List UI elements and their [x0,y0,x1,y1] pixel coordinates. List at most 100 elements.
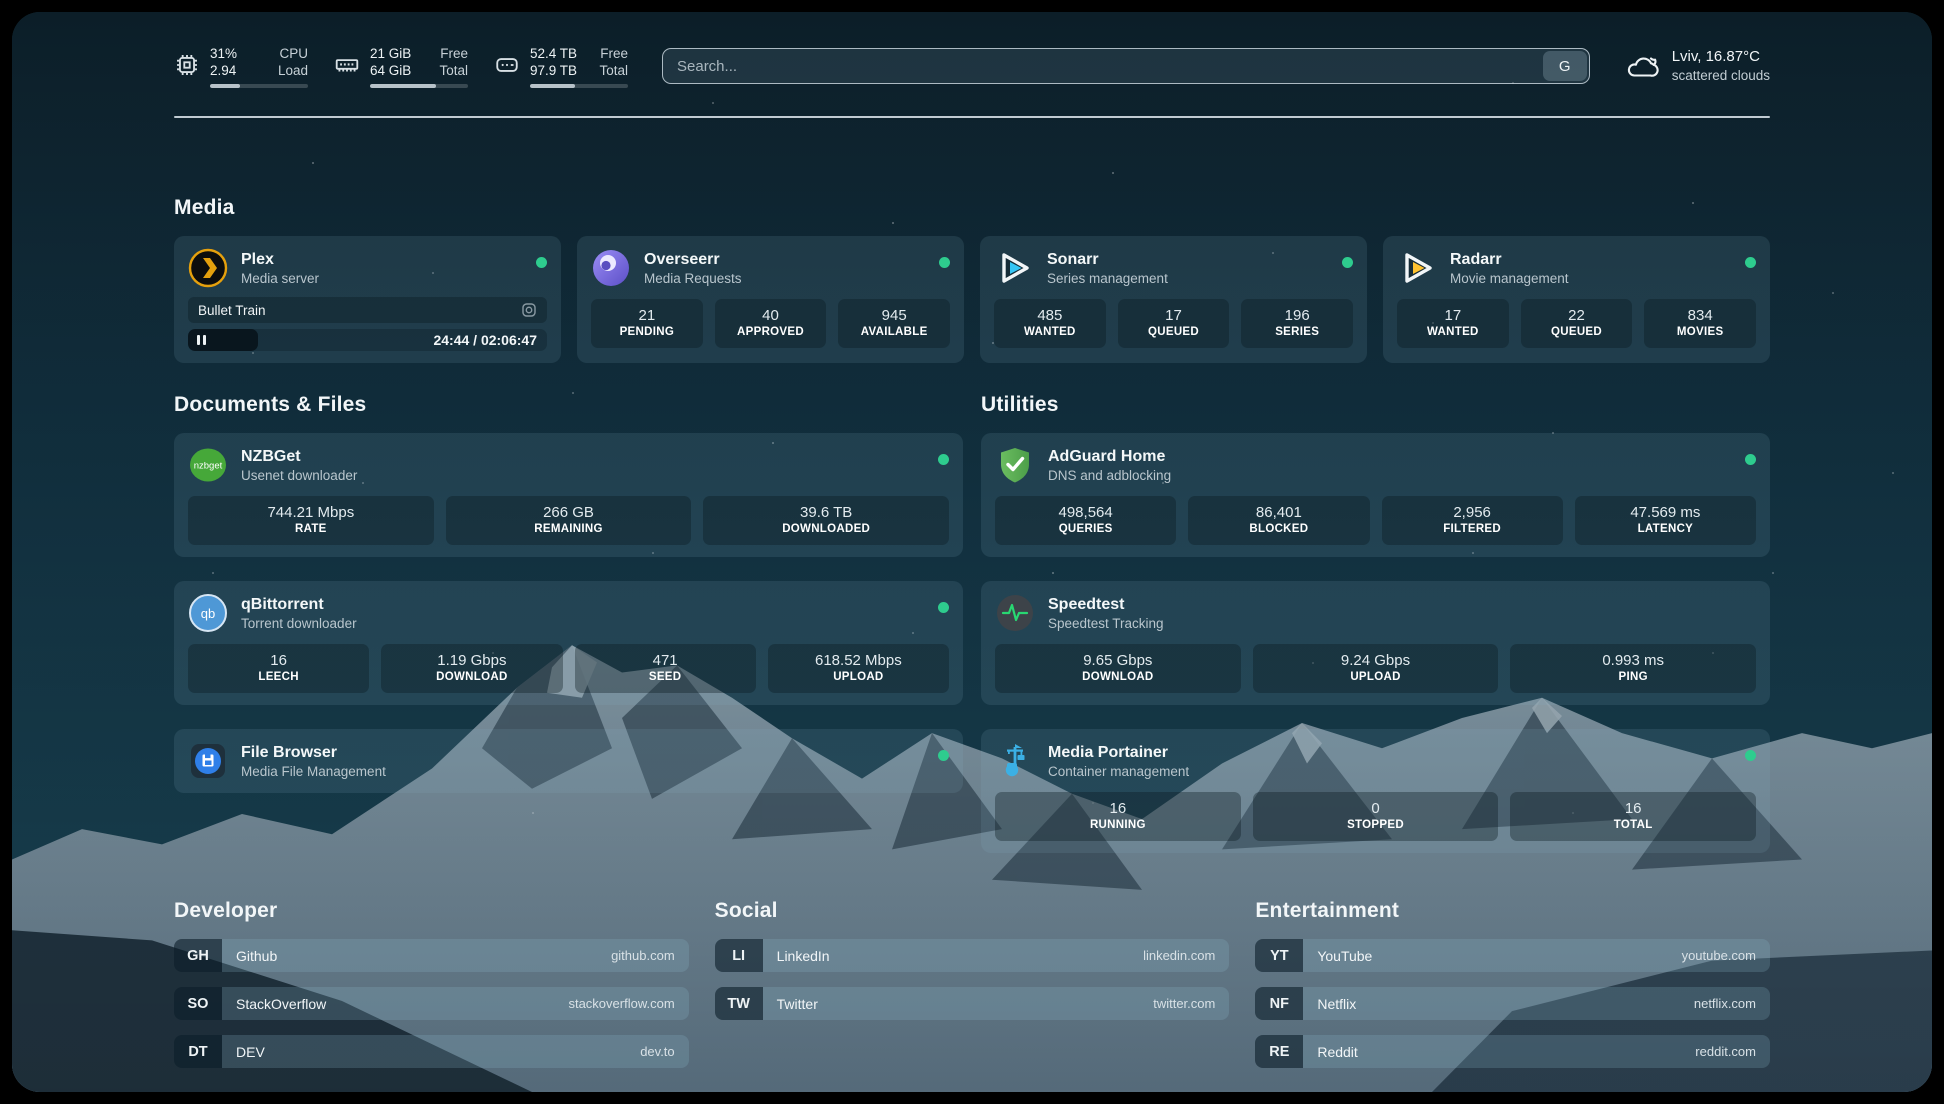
memory-icon [334,52,360,78]
service-subtitle: Torrent downloader [241,615,357,632]
memory-total-value: 64 GiB [370,62,411,79]
disk-icon [494,52,520,78]
bookmark-abbr: SO [174,987,222,1020]
playback-progress-bar[interactable]: 24:44 / 02:06:47 [188,329,547,351]
section-utilities: Utilities [981,393,1770,853]
disk-total-value: 97.9 TB [530,62,577,79]
portainer-icon [995,741,1035,781]
now-playing-row: Bullet Train [188,297,547,323]
bookmark-name: Netflix [1317,996,1356,1012]
bookmark-abbr: LI [715,939,763,972]
bookmark-name: Reddit [1317,1044,1357,1060]
disk-free-label: Free [599,45,628,62]
stat-block: 86,401 BLOCKED [1188,496,1369,545]
section-entertainment: Entertainment YT YouTube youtube.com NF … [1255,899,1770,1068]
bookmark-abbr: GH [174,939,222,972]
service-name: Radarr [1450,250,1569,270]
memory-progress-fill [370,84,436,88]
status-dot [1745,257,1756,268]
stat-block: 0 STOPPED [1253,792,1499,841]
bookmark-stackoverflow[interactable]: SO StackOverflow stackoverflow.com [174,987,689,1020]
weather-location-temp: Lviv, 16.87°C [1672,47,1770,66]
cpu-widget: 31% 2.94 CPU Load [174,45,308,88]
cpu-progress-track [210,84,308,88]
bookmark-abbr: NF [1255,987,1303,1020]
bookmark-url: github.com [611,948,675,963]
service-subtitle: Media server [241,270,319,287]
qbittorrent-icon: qb [188,593,228,633]
service-name: NZBGet [241,447,357,467]
bookmark-url: twitter.com [1153,996,1215,1011]
service-card-overseerr[interactable]: Overseerr Media Requests 21 PENDING 40 A… [577,236,964,363]
memory-free-label: Free [439,45,468,62]
section-developer: Developer GH Github github.com SO StackO… [174,899,689,1068]
nzbget-icon: nzbget [188,445,228,485]
stat-block: 0.993 ms PING [1510,644,1756,693]
section-title-utilities: Utilities [981,393,1770,417]
bookmark-abbr: TW [715,987,763,1020]
weather-widget: Lviv, 16.87°C scattered clouds [1624,47,1770,85]
disk-progress-fill [530,84,575,88]
stat-block: 22 QUEUED [1521,299,1633,348]
bookmark-github[interactable]: GH Github github.com [174,939,689,972]
bookmark-twitter[interactable]: TW Twitter twitter.com [715,987,1230,1020]
session-camera-icon[interactable] [521,302,537,318]
status-dot [536,257,547,268]
service-card-filebrowser[interactable]: File Browser Media File Management [174,729,963,793]
cpu-progress-fill [210,84,240,88]
status-dot [938,454,949,465]
stat-block: 1.19 Gbps DOWNLOAD [381,644,562,693]
svg-text:nzbget: nzbget [194,461,223,472]
service-card-plex[interactable]: Plex Media server Bullet Train [174,236,561,363]
service-card-adguard[interactable]: AdGuard Home DNS and adblocking 498,564 … [981,433,1770,557]
bookmark-url: stackoverflow.com [568,996,674,1011]
speedtest-icon [995,593,1035,633]
cpu-icon [174,52,200,78]
status-dot [938,602,949,613]
sonarr-icon [994,248,1034,288]
section-title-developer: Developer [174,899,689,923]
pause-icon[interactable] [197,335,206,345]
section-media: Media Plex Media server [174,196,1770,363]
stat-block: 744.21 Mbps RATE [188,496,434,545]
service-name: AdGuard Home [1048,447,1171,467]
bookmark-url: dev.to [640,1044,674,1059]
bookmark-dev[interactable]: DT DEV dev.to [174,1035,689,1068]
section-title-media: Media [174,196,1770,220]
bookmark-url: youtube.com [1682,948,1756,963]
stat-block: 485 WANTED [994,299,1106,348]
bookmark-name: LinkedIn [777,948,830,964]
status-dot [1745,750,1756,761]
stat-block: 9.65 Gbps DOWNLOAD [995,644,1241,693]
cloud-icon [1624,51,1660,81]
service-card-radarr[interactable]: Radarr Movie management 17 WANTED 22 QUE… [1383,236,1770,363]
service-card-qbittorrent[interactable]: qb qBittorrent Torrent downloader [174,581,963,705]
cpu-usage-label: CPU [278,45,308,62]
plex-icon [188,248,228,288]
service-card-portainer[interactable]: Media Portainer Container management 16 … [981,729,1770,853]
bookmark-youtube[interactable]: YT YouTube youtube.com [1255,939,1770,972]
bookmark-linkedin[interactable]: LI LinkedIn linkedin.com [715,939,1230,972]
service-subtitle: Media File Management [241,763,386,780]
bookmark-reddit[interactable]: RE Reddit reddit.com [1255,1035,1770,1068]
service-name: File Browser [241,743,386,763]
service-card-sonarr[interactable]: Sonarr Series management 485 WANTED 17 Q… [980,236,1367,363]
status-dot [939,257,950,268]
bookmark-netflix[interactable]: NF Netflix netflix.com [1255,987,1770,1020]
service-card-speedtest[interactable]: Speedtest Speedtest Tracking 9.65 Gbps D… [981,581,1770,705]
weather-condition: scattered clouds [1672,66,1770,85]
search-provider-button[interactable]: G [1543,51,1587,81]
service-card-nzbget[interactable]: nzbget NZBGet Usenet downloader 74 [174,433,963,557]
stat-block: 47.569 ms LATENCY [1575,496,1756,545]
search-input[interactable] [662,48,1590,84]
service-subtitle: Media Requests [644,270,742,287]
bookmark-name: Github [236,948,277,964]
service-name: Overseerr [644,250,742,270]
stat-block: 498,564 QUERIES [995,496,1176,545]
section-title-social: Social [715,899,1230,923]
memory-free-value: 21 GiB [370,45,411,62]
status-dot [938,750,949,761]
search-bar: G [662,48,1590,84]
bookmark-abbr: YT [1255,939,1303,972]
filebrowser-icon [188,741,228,781]
